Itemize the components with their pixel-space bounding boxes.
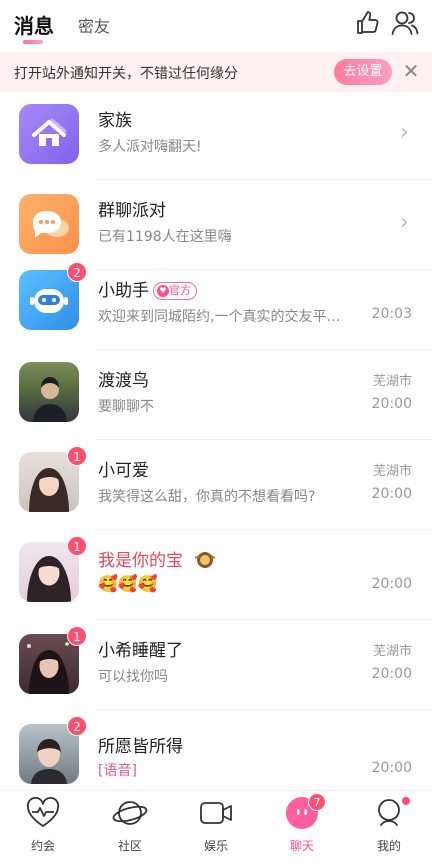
heart-icon: ♥	[157, 285, 169, 297]
tab-active-indicator	[23, 40, 43, 44]
video-icon	[200, 802, 232, 824]
list-item-family[interactable]: 家族 多人派对嗨翻天! ›	[0, 90, 432, 180]
top-header: 消息 密友	[0, 0, 432, 52]
heart-pulse-icon	[26, 796, 60, 827]
home-icon	[19, 104, 79, 164]
assistant-name: 小助手	[98, 281, 149, 301]
conversation-preview: 欢迎来到同城陌约,一个真实的交友平…	[98, 309, 341, 325]
chevron-right-icon: ›	[400, 120, 409, 145]
unread-badge: 2	[67, 262, 87, 282]
conversation-name: 所愿皆所得	[98, 737, 183, 757]
conversation-preview: 已有1198人在这里嗨	[98, 229, 232, 245]
location-text: 芜湖市	[372, 464, 412, 479]
conversation-name: 群聊派对	[98, 201, 166, 221]
banner-text: 打开站外通知开关，不错过任何缘分	[14, 66, 238, 82]
unread-badge: 1	[67, 626, 87, 646]
conversation-name: 小可爱	[98, 461, 149, 481]
conversation-name: 家族	[98, 111, 132, 131]
notification-dot	[402, 797, 410, 805]
list-item-chat[interactable]: 渡渡鸟 要聊聊不 芜湖市 20:00	[0, 350, 432, 440]
list-item-group-party[interactable]: 群聊派对 已有1198人在这里嗨 ›	[0, 180, 432, 270]
nav-label: 社区	[117, 839, 142, 853]
list-item-chat[interactable]: 2 所愿皆所得 [语音] 20:00	[0, 710, 432, 800]
nav-item-chat[interactable]: 7 聊天	[272, 793, 332, 859]
conversation-preview: 要聊聊不	[98, 399, 154, 415]
list-item-chat[interactable]: 1 我是你的宝 🥰🥰🥰 20:00	[0, 530, 432, 620]
nav-label: 约会	[30, 839, 55, 853]
unread-badge: 1	[67, 446, 87, 466]
thumbs-up-icon[interactable]	[352, 8, 382, 38]
conversation-name: 小希睡醒了	[98, 641, 183, 661]
location-text: 芜湖市	[372, 374, 412, 389]
nav-item-dating[interactable]: 约会	[13, 795, 73, 859]
vip-name: 我是你的宝	[98, 551, 183, 571]
conversation-name: 小助手 ♥ 官方	[98, 276, 197, 301]
nav-label: 娱乐	[203, 839, 228, 853]
user-avatar	[19, 362, 79, 422]
conversation-preview: 可以找你吗	[98, 669, 168, 685]
nav-label: 我的	[376, 839, 401, 853]
message-time: 20:00	[371, 760, 412, 776]
conversation-name: 渡渡鸟	[98, 371, 149, 391]
list-item-chat[interactable]: 1 小希睡醒了 可以找你吗 芜湖市 20:00	[0, 620, 432, 710]
list-item-assistant[interactable]: 2 小助手 ♥ 官方 欢迎来到同城陌约,一个真实的交友平… 20:03	[0, 260, 432, 350]
message-time: 20:03	[371, 306, 412, 322]
planet-icon	[112, 801, 148, 825]
close-icon[interactable]: ✕	[400, 58, 422, 84]
crown-medal-icon	[194, 552, 216, 568]
message-time: 20:00	[371, 396, 412, 412]
message-time: 20:00	[371, 486, 412, 502]
list-item-chat[interactable]: 1 小可爱 我笑得这么甜，你真的不想看看吗? 芜湖市 20:00	[0, 440, 432, 530]
unread-badge: 1	[67, 536, 87, 556]
official-badge: ♥ 官方	[153, 282, 197, 300]
location-text: 芜湖市	[372, 644, 412, 659]
notification-banner: 打开站外通知开关，不错过任何缘分 去设置 ✕	[0, 52, 432, 92]
conversation-preview: 多人派对嗨翻天!	[98, 139, 202, 155]
chevron-right-icon: ›	[400, 210, 409, 235]
message-time: 20:00	[371, 666, 412, 682]
go-settings-button[interactable]: 去设置	[334, 59, 392, 85]
nav-item-entertainment[interactable]: 娱乐	[186, 795, 246, 859]
message-time: 20:00	[371, 576, 412, 592]
nav-item-profile[interactable]: 我的	[359, 795, 419, 859]
unread-badge: 2	[67, 716, 87, 736]
tab-messages[interactable]: 消息	[14, 10, 54, 39]
conversation-name: 我是你的宝	[98, 546, 216, 571]
bottom-navigation: 约会 社区 娱乐 7 聊天 我的	[0, 790, 432, 864]
conversation-preview: [语音]	[98, 763, 137, 779]
conversation-preview: 🥰🥰🥰	[98, 574, 158, 593]
conversation-preview: 我笑得这么甜，你真的不想看看吗?	[98, 489, 316, 505]
nav-item-community[interactable]: 社区	[100, 795, 160, 859]
official-label: 官方	[169, 284, 191, 297]
users-icon[interactable]	[390, 8, 420, 38]
nav-label: 聊天	[289, 839, 314, 853]
chat-bubble-icon	[19, 194, 79, 254]
tab-close-friends[interactable]: 密友	[78, 13, 110, 37]
chat-unread-badge: 7	[308, 793, 326, 811]
